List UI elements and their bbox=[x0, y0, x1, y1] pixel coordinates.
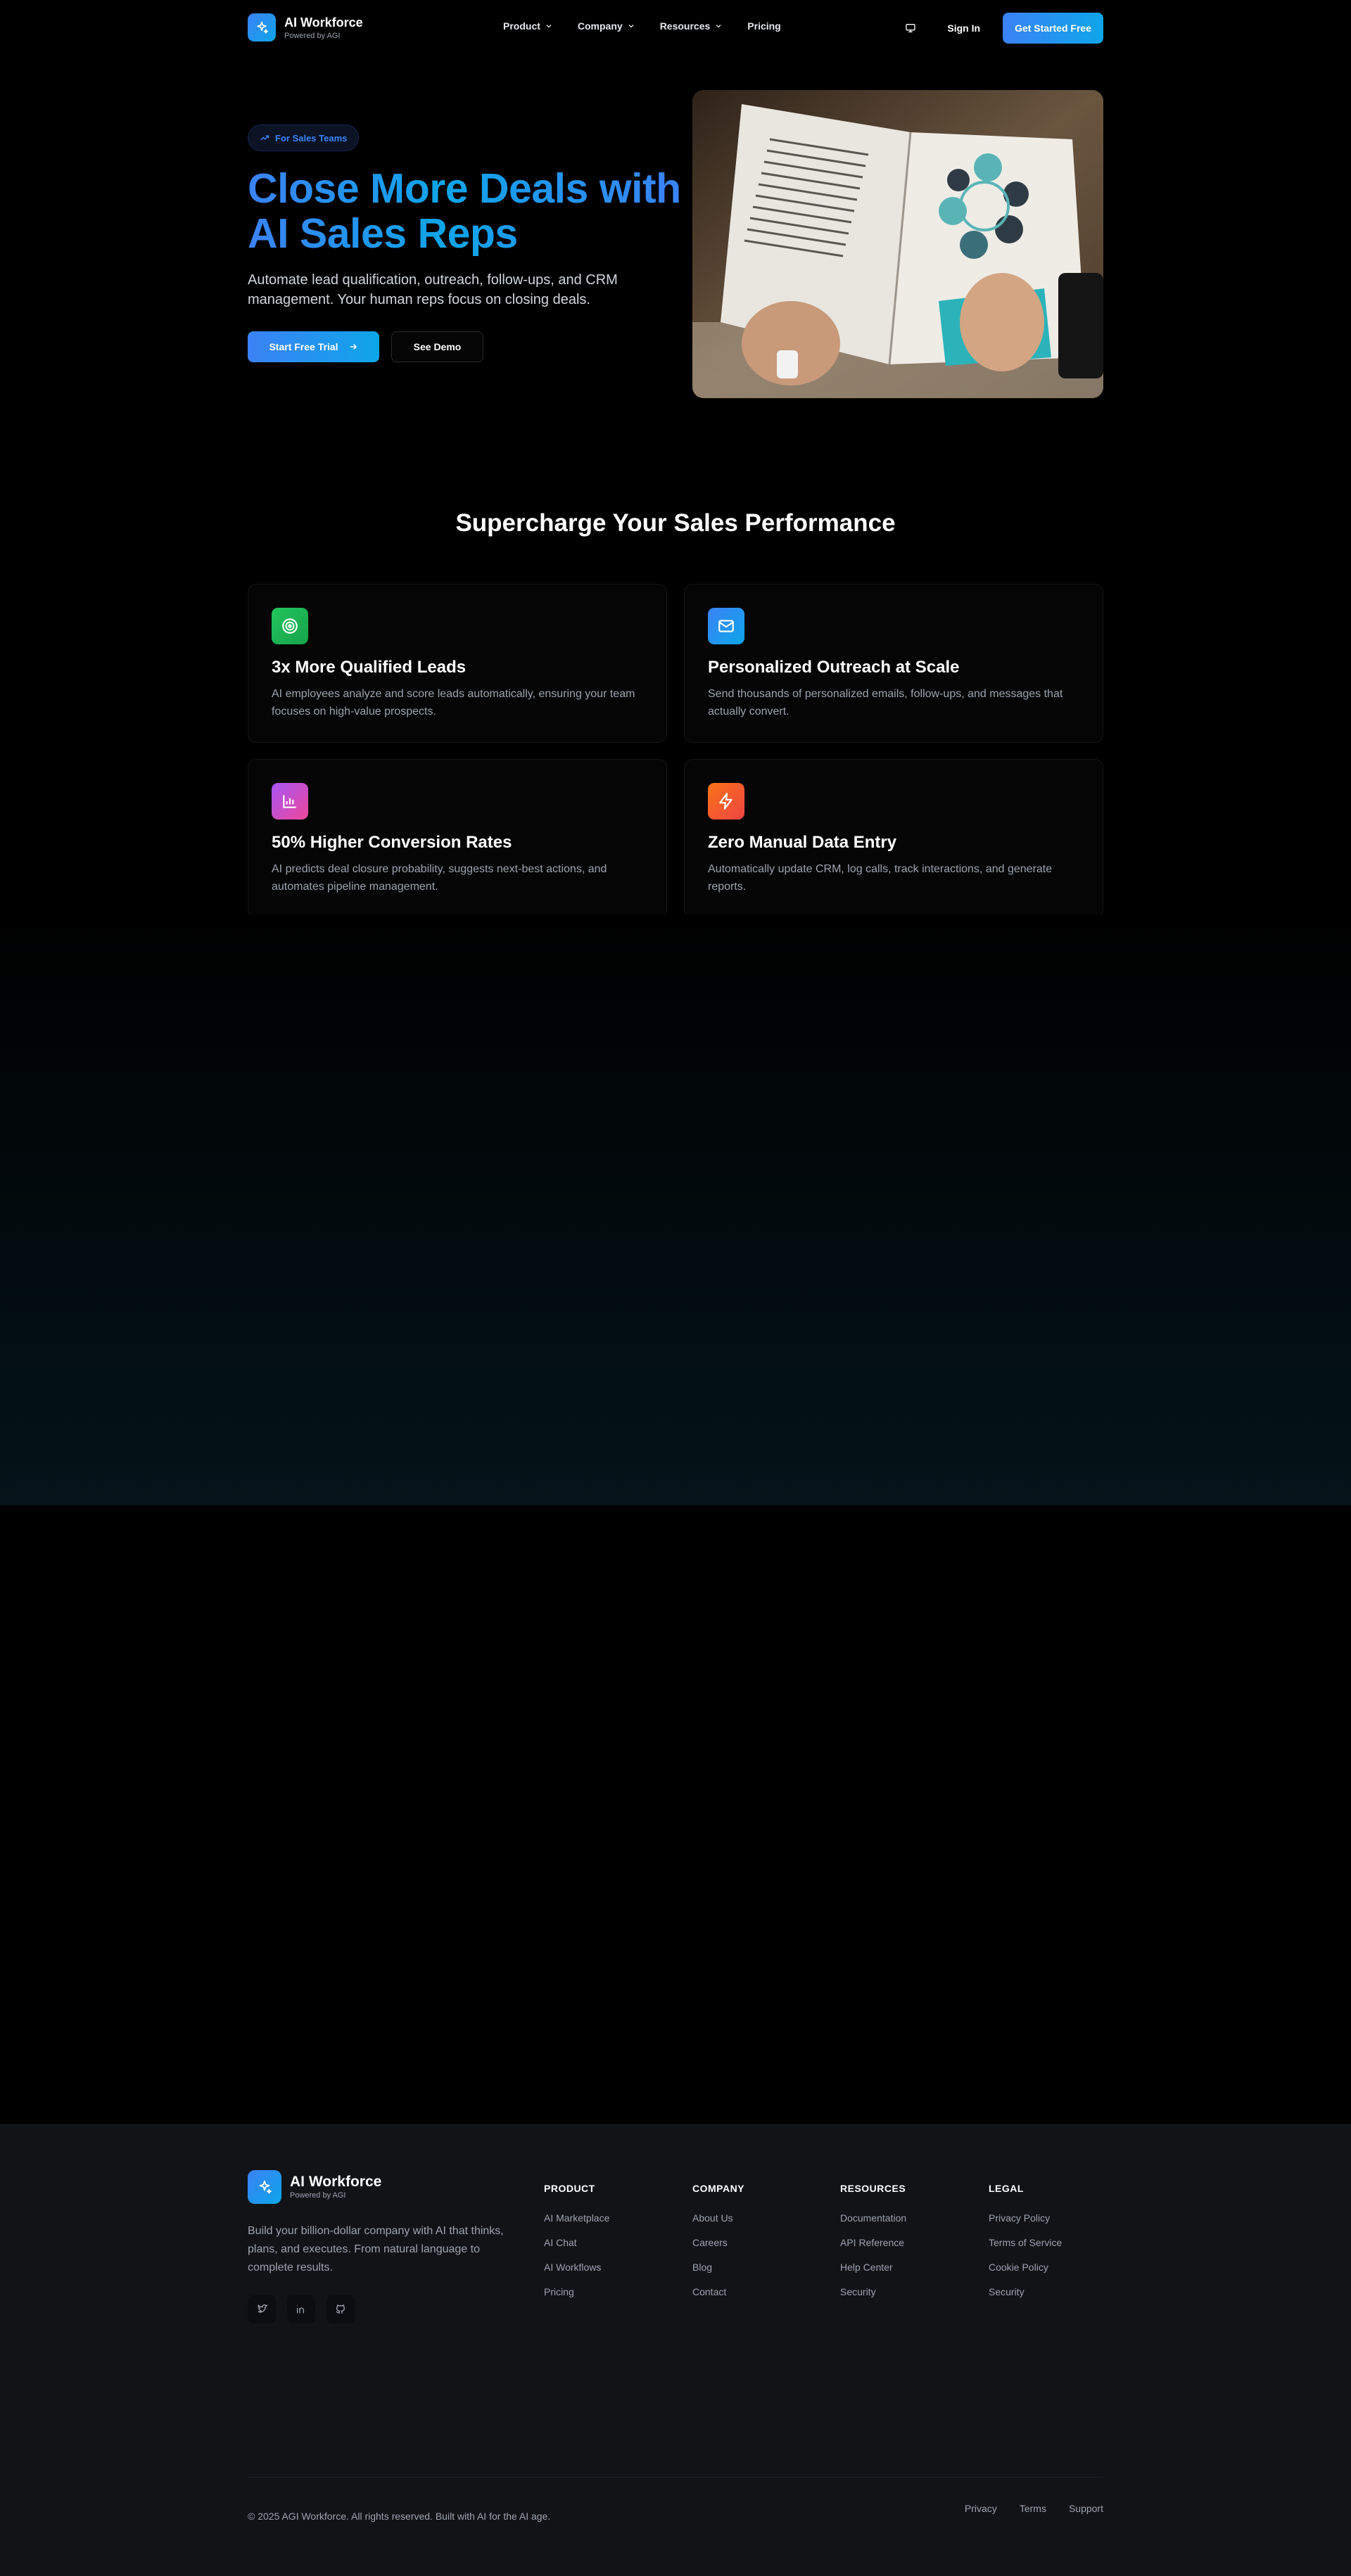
footer-link[interactable]: Help Center bbox=[840, 2262, 906, 2273]
footer-link[interactable]: AI Workflows bbox=[544, 2262, 609, 2273]
footer-link[interactable]: About Us bbox=[692, 2212, 744, 2224]
brand-tagline: Powered by AGI bbox=[284, 31, 341, 40]
chevron-down-icon bbox=[546, 25, 552, 28]
sign-in-link[interactable]: Sign In bbox=[947, 23, 980, 34]
github-icon[interactable] bbox=[326, 2295, 355, 2323]
footer-column-company: COMPANY About Us Careers Blog Contact bbox=[692, 2183, 744, 2297]
footer-link[interactable]: Privacy Policy bbox=[989, 2212, 1062, 2224]
footer-brand-name: AI Workforce bbox=[290, 2173, 382, 2190]
features-title: Supercharge Your Sales Performance bbox=[455, 509, 896, 537]
feature-description: AI predicts deal closure probability, su… bbox=[272, 863, 607, 893]
linkedin-icon[interactable] bbox=[287, 2295, 315, 2323]
feature-card-conversion: 50% Higher Conversion Rates AI predicts … bbox=[248, 759, 667, 918]
footer-brand-tagline: Powered by AGI bbox=[290, 2191, 346, 2200]
footer-description: Build your billion-dollar company with A… bbox=[248, 2225, 504, 2274]
footer-privacy-link[interactable]: Privacy bbox=[965, 2503, 997, 2514]
footer-column-legal: LEGAL Privacy Policy Terms of Service Co… bbox=[989, 2183, 1062, 2297]
feature-title: Zero Manual Data Entry bbox=[708, 833, 897, 852]
footer-column-heading: LEGAL bbox=[989, 2183, 1024, 2194]
chevron-down-icon bbox=[716, 25, 721, 28]
footer-link[interactable]: Security bbox=[989, 2286, 1062, 2297]
copyright: © 2025 AGI Workforce. All rights reserve… bbox=[248, 2511, 551, 2522]
target-icon bbox=[272, 608, 308, 644]
footer-column-heading: COMPANY bbox=[692, 2183, 745, 2194]
brand-logo[interactable]: AI Workforce Powered by AGI bbox=[248, 13, 363, 42]
monitor-icon[interactable] bbox=[903, 21, 918, 35]
arrow-right-icon bbox=[350, 343, 357, 350]
footer-link[interactable]: AI Chat bbox=[544, 2237, 609, 2248]
feature-card-qualified-leads: 3x More Qualified Leads AI employees ana… bbox=[248, 584, 667, 743]
nav-company-label: Company bbox=[577, 20, 623, 32]
nav-company[interactable]: Company bbox=[578, 20, 635, 32]
footer-link[interactable]: Security bbox=[840, 2286, 906, 2297]
nav-resources-label: Resources bbox=[659, 20, 711, 32]
mail-icon bbox=[708, 608, 744, 644]
chevron-down-icon bbox=[628, 25, 634, 28]
nav-pricing[interactable]: Pricing bbox=[747, 20, 780, 32]
feature-description: Automatically update CRM, log calls, tra… bbox=[708, 863, 1053, 893]
footer-link[interactable]: Careers bbox=[692, 2237, 744, 2248]
hero-badge: For Sales Teams bbox=[248, 125, 360, 151]
start-free-trial-button[interactable]: Start Free Trial bbox=[248, 331, 379, 362]
footer-link[interactable]: Terms of Service bbox=[989, 2237, 1062, 2248]
hero-title: Close More Deals with AI Sales Reps bbox=[248, 166, 684, 256]
footer-link[interactable]: API Reference bbox=[840, 2237, 906, 2248]
hero-description: Automate lead qualification, outreach, f… bbox=[248, 272, 618, 307]
sparkles-icon bbox=[248, 2170, 281, 2204]
nav-product-label: Product bbox=[503, 20, 540, 32]
nav-resources[interactable]: Resources bbox=[660, 20, 723, 32]
footer-link[interactable]: Documentation bbox=[840, 2212, 906, 2224]
footer-link[interactable]: Blog bbox=[692, 2262, 744, 2273]
feature-title: Personalized Outreach at Scale bbox=[708, 658, 960, 677]
brand-name: AI Workforce bbox=[284, 15, 363, 30]
section-background bbox=[0, 914, 1351, 1505]
get-started-button[interactable]: Get Started Free bbox=[1003, 13, 1103, 44]
start-free-trial-label: Start Free Trial bbox=[269, 341, 338, 352]
hero-image bbox=[692, 90, 1103, 398]
footer-column-heading: PRODUCT bbox=[544, 2183, 595, 2194]
footer-link[interactable]: Contact bbox=[692, 2286, 744, 2297]
hero-badge-label: For Sales Teams bbox=[275, 132, 348, 144]
footer-link[interactable]: Cookie Policy bbox=[989, 2262, 1062, 2273]
feature-description: AI employees analyze and score leads aut… bbox=[272, 688, 635, 718]
open-book-photo bbox=[692, 90, 1103, 398]
footer-brand[interactable]: AI Workforce Powered by AGI bbox=[248, 2170, 381, 2204]
footer-support-link[interactable]: Support bbox=[1069, 2503, 1103, 2514]
twitter-icon[interactable] bbox=[248, 2295, 276, 2323]
bar-chart-icon bbox=[272, 783, 308, 820]
nav-product[interactable]: Product bbox=[503, 20, 553, 32]
footer-link[interactable]: Pricing bbox=[544, 2286, 609, 2297]
footer: AI Workforce Powered by AGI Build your b… bbox=[0, 2124, 1351, 2576]
feature-description: Send thousands of personalized emails, f… bbox=[708, 688, 1063, 718]
see-demo-button[interactable]: See Demo bbox=[391, 331, 483, 362]
footer-column-product: PRODUCT AI Marketplace AI Chat AI Workfl… bbox=[544, 2183, 609, 2297]
nav-pricing-label: Pricing bbox=[747, 20, 781, 32]
top-nav: AI Workforce Powered by AGI Product Comp… bbox=[0, 0, 1351, 56]
footer-column-heading: RESOURCES bbox=[840, 2183, 906, 2194]
feature-title: 50% Higher Conversion Rates bbox=[272, 833, 512, 852]
footer-terms-link[interactable]: Terms bbox=[1020, 2503, 1046, 2514]
footer-column-resources: RESOURCES Documentation API Reference He… bbox=[840, 2183, 906, 2297]
lightning-icon bbox=[708, 783, 744, 820]
trending-up-icon bbox=[260, 135, 269, 141]
feature-card-data-entry: Zero Manual Data Entry Automatically upd… bbox=[684, 759, 1103, 918]
feature-title: 3x More Qualified Leads bbox=[272, 658, 467, 677]
footer-divider bbox=[248, 2477, 1103, 2478]
footer-link[interactable]: AI Marketplace bbox=[544, 2212, 609, 2224]
feature-card-outreach: Personalized Outreach at Scale Send thou… bbox=[684, 584, 1103, 743]
sparkles-icon bbox=[248, 13, 276, 42]
